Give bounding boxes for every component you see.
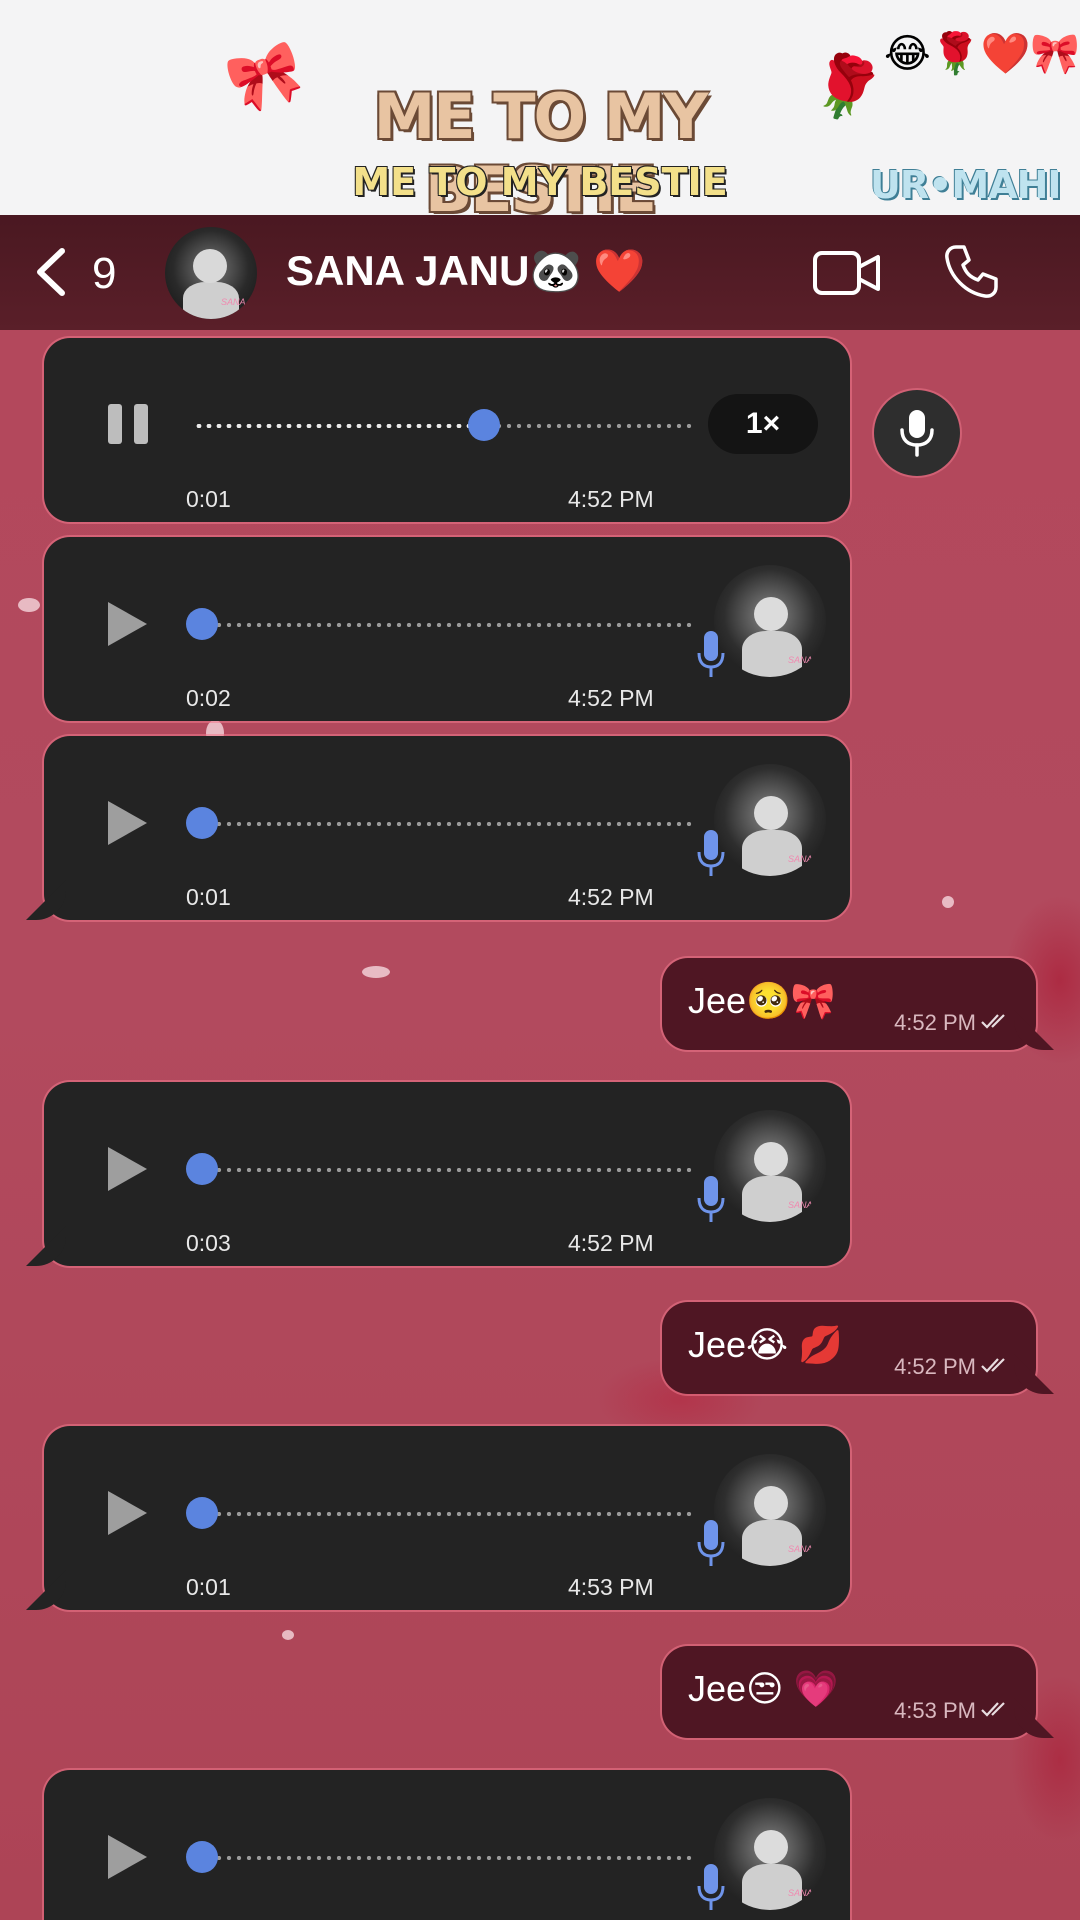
avatar-tag: SANA (788, 1888, 813, 1898)
message-text: Jee🥺🎀 (688, 980, 836, 1021)
banner-subtitle: ME TO MY BESTIE (352, 160, 728, 204)
voice-duration: 0:01 (186, 884, 231, 910)
message-time: 4:52 PM (894, 1354, 976, 1379)
microphone-icon (697, 830, 725, 876)
text-message-outgoing[interactable]: Jee😭 💋 4:52 PM (662, 1302, 1036, 1394)
message-time: 4:52 PM (568, 486, 654, 512)
video-banner: 🎀 ME TO MY BESTIE 🌹 😂🌹❤️🎀 ME TO MY BESTI… (0, 0, 1080, 215)
play-icon[interactable] (104, 1144, 150, 1194)
voice-duration: 0:01 (186, 486, 231, 512)
record-voice-button[interactable] (874, 390, 960, 476)
message-time: 4:52 PM (568, 685, 654, 711)
play-icon[interactable] (104, 1832, 150, 1882)
petal-decoration (362, 966, 390, 978)
chat-messages[interactable]: 1× 0:01 4:52 PM SANA 0:02 4:52 PM SANA 0… (0, 330, 1080, 1920)
play-icon[interactable] (104, 1488, 150, 1538)
rose-sticker: 🌹 (799, 44, 892, 131)
message-time: 4:52 PM (894, 1010, 976, 1035)
waveform[interactable] (484, 424, 694, 428)
voice-message[interactable]: SANA 0:03 4:52 PM (44, 1082, 850, 1266)
waveform[interactable] (194, 1856, 694, 1860)
voice-duration: 0:02 (186, 685, 231, 711)
seek-knob[interactable] (186, 1497, 218, 1529)
petal-decoration (18, 598, 40, 612)
waveform[interactable] (194, 623, 694, 627)
message-time: 4:52 PM (568, 884, 654, 910)
double-check-icon (981, 1358, 1005, 1373)
avatar-tag: SANA (788, 655, 813, 665)
sender-avatar: SANA (714, 1798, 826, 1910)
voice-duration: 0:01 (186, 1574, 231, 1600)
avatar-tag: SANA (221, 297, 246, 307)
microphone-icon (697, 1520, 725, 1566)
sender-avatar: SANA (714, 764, 826, 876)
waveform[interactable] (194, 1512, 694, 1516)
voice-message[interactable]: SANA 0:01 4:52 PM (44, 736, 850, 920)
message-time: 4:53 PM (894, 1698, 976, 1723)
petal-decoration (282, 1630, 294, 1640)
voice-message[interactable]: SANA 0:02 4:52 PM (44, 537, 850, 721)
voice-duration: 0:03 (186, 1230, 231, 1256)
avatar-tag: SANA (788, 854, 813, 864)
double-check-icon (981, 1702, 1005, 1717)
message-text: Jee😭 💋 (688, 1324, 843, 1365)
text-message-outgoing[interactable]: Jee😒 💗 4:53 PM (662, 1646, 1036, 1738)
seek-knob[interactable] (186, 608, 218, 640)
microphone-icon (697, 1864, 725, 1910)
message-time: 4:52 PM (568, 1230, 654, 1256)
waveform-played (194, 424, 474, 428)
chat-header: 9 SANA SANA JANU🐼 ❤️ (0, 215, 1080, 330)
waveform[interactable] (194, 822, 694, 826)
text-message-outgoing[interactable]: Jee🥺🎀 4:52 PM (662, 958, 1036, 1050)
double-check-icon (981, 1014, 1005, 1029)
avatar-tag: SANA (788, 1544, 813, 1554)
petal-decoration (942, 896, 954, 908)
voice-message[interactable]: SANA (44, 1770, 850, 1920)
message-text: Jee😒 💗 (688, 1668, 839, 1709)
play-icon[interactable] (104, 798, 150, 848)
phone-icon[interactable] (942, 243, 1000, 301)
seek-knob[interactable] (186, 1841, 218, 1873)
unread-count[interactable]: 9 (92, 249, 116, 299)
video-camera-icon[interactable] (812, 249, 882, 297)
waveform[interactable] (194, 1168, 694, 1172)
sender-avatar: SANA (714, 1454, 826, 1566)
playback-speed-button[interactable]: 1× (708, 394, 818, 454)
watermark: UR•MAHI (870, 163, 1062, 207)
sender-avatar: SANA (714, 565, 826, 677)
message-time: 4:53 PM (568, 1574, 654, 1600)
play-icon[interactable] (104, 599, 150, 649)
microphone-icon (697, 1176, 725, 1222)
voice-message[interactable]: SANA 0:01 4:53 PM (44, 1426, 850, 1610)
sender-avatar: SANA (714, 1110, 826, 1222)
voice-message[interactable]: 1× 0:01 4:52 PM (44, 338, 850, 522)
chevron-left-icon[interactable] (30, 245, 70, 300)
banner-emoji-row: 😂🌹❤️🎀 (884, 32, 1080, 76)
microphone-icon (697, 631, 725, 677)
pause-icon[interactable] (106, 402, 150, 446)
avatar[interactable]: SANA (165, 227, 257, 319)
contact-name[interactable]: SANA JANU🐼 ❤️ (286, 247, 646, 296)
seek-knob[interactable] (468, 409, 500, 441)
microphone-icon (900, 410, 934, 457)
seek-knob[interactable] (186, 807, 218, 839)
avatar-tag: SANA (788, 1200, 813, 1210)
seek-knob[interactable] (186, 1153, 218, 1185)
